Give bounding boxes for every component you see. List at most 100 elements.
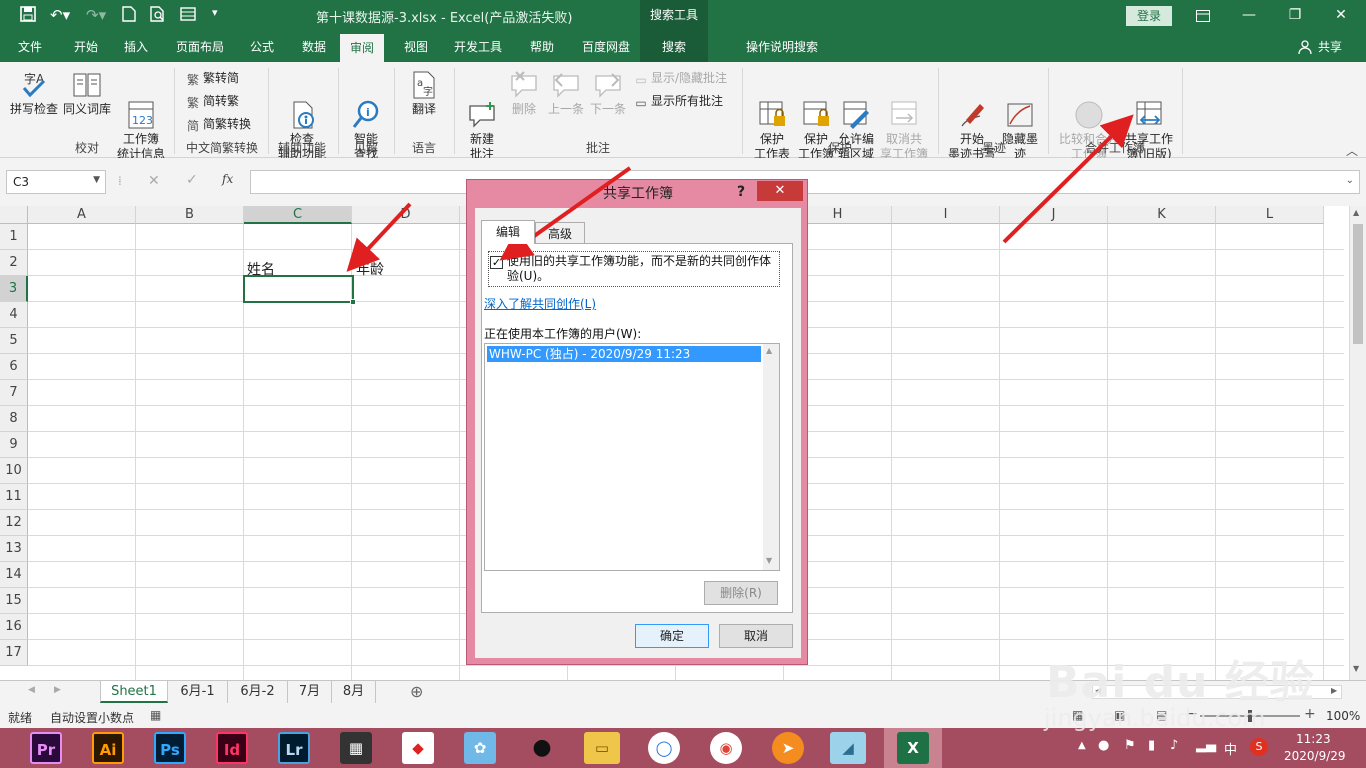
save-icon[interactable]: [20, 6, 36, 26]
row-header-17[interactable]: 17: [0, 640, 28, 666]
row-header-3[interactable]: 3: [0, 276, 28, 302]
column-header-j[interactable]: J: [1000, 206, 1108, 224]
chat-app-icon[interactable]: ✿: [464, 732, 496, 764]
expand-formula-icon[interactable]: ⌄: [1346, 175, 1354, 186]
more-options-icon[interactable]: ⁞: [118, 174, 122, 188]
active-cell-c3[interactable]: [243, 275, 354, 303]
qq-tray-icon[interactable]: ●: [1098, 738, 1109, 753]
list-scroll-down-icon[interactable]: ▼: [766, 556, 772, 565]
row-header-9[interactable]: 9: [0, 432, 28, 458]
excel-icon[interactable]: X: [897, 732, 929, 764]
dialog-close-button[interactable]: ✕: [757, 181, 803, 201]
help-icon[interactable]: ?: [737, 184, 745, 200]
simplified-traditional-convert-button[interactable]: 简简繁转换: [186, 116, 251, 133]
scroll-down-icon[interactable]: ▼: [1353, 664, 1359, 673]
form-icon[interactable]: [180, 6, 196, 26]
share-icon[interactable]: [1298, 40, 1312, 57]
illustrator-icon[interactable]: Ai: [92, 732, 124, 764]
ok-button[interactable]: 确定: [635, 624, 709, 648]
column-header-b[interactable]: B: [136, 206, 244, 224]
row-header-15[interactable]: 15: [0, 588, 28, 614]
show-hide-comment-button[interactable]: ▭ 显示/隐藏批注: [634, 70, 727, 87]
legacy-share-checkbox-row[interactable]: ✓ 使用旧的共享工作簿功能，而不是新的共同创作体验(U)。: [488, 251, 780, 287]
add-sheet-icon[interactable]: ⊕: [410, 682, 423, 701]
tab-formulas[interactable]: 公式: [248, 32, 276, 62]
row-header-11[interactable]: 11: [0, 484, 28, 510]
volume-icon[interactable]: ♪: [1170, 738, 1178, 753]
collapse-ribbon-icon[interactable]: ︿: [1346, 142, 1358, 159]
traditional-to-simplified-button[interactable]: 繁繁转简: [186, 70, 239, 87]
row-header-14[interactable]: 14: [0, 562, 28, 588]
thesaurus-button[interactable]: 同义词库: [62, 70, 112, 117]
column-header-d[interactable]: D: [352, 206, 460, 224]
tell-me-search[interactable]: 操作说明搜索: [744, 32, 820, 62]
select-all-corner[interactable]: [0, 206, 28, 224]
tab-view[interactable]: 视图: [402, 32, 430, 62]
qq-icon[interactable]: ●: [526, 732, 558, 764]
legacy-share-checkbox[interactable]: ✓: [490, 256, 503, 269]
next-comment-button[interactable]: 下一条: [588, 70, 628, 117]
browser-icon[interactable]: ◯: [648, 732, 680, 764]
redo-icon[interactable]: ↷▾: [86, 6, 106, 24]
translate-button[interactable]: a字 翻译: [402, 70, 446, 117]
column-header-c[interactable]: C: [244, 206, 352, 224]
tab-advanced[interactable]: 高级: [535, 222, 585, 244]
row-header-2[interactable]: 2: [0, 250, 28, 276]
workbook-statistics-button[interactable]: 123 工作簿 统计信息: [114, 70, 168, 162]
learn-more-link[interactable]: 深入了解共同创作(L): [484, 295, 596, 312]
media-player-icon[interactable]: ➤: [772, 732, 804, 764]
input-method-indicator[interactable]: 中: [1224, 739, 1237, 758]
glass-app-icon[interactable]: ◢: [830, 732, 866, 764]
protect-sheet-button[interactable]: 保护 工作表: [750, 70, 794, 162]
users-list-scrollbar[interactable]: ▲ ▼: [763, 344, 779, 570]
name-box[interactable]: C3 ▼: [6, 170, 106, 194]
row-header-8[interactable]: 8: [0, 406, 28, 432]
scroll-sheets-left-icon[interactable]: ◀: [28, 685, 35, 695]
sheet-tab-7[interactable]: 7月: [288, 681, 332, 703]
scroll-right-icon[interactable]: ▶: [1331, 686, 1337, 695]
customize-toolbar-icon[interactable]: ▾: [212, 6, 218, 19]
list-scroll-up-icon[interactable]: ▲: [766, 346, 772, 355]
tab-insert[interactable]: 插入: [122, 32, 150, 62]
video-editor-icon[interactable]: ▦: [340, 732, 372, 764]
sheet-tab-6-2[interactable]: 6月-2: [228, 681, 288, 703]
remove-user-button[interactable]: 删除(R): [704, 581, 778, 605]
show-all-comments-button[interactable]: ▭ 显示所有批注: [634, 93, 723, 110]
print-preview-icon[interactable]: [150, 6, 166, 26]
insert-function-icon[interactable]: fx: [222, 172, 233, 186]
network-alert-icon[interactable]: ⚑: [1124, 738, 1136, 753]
indesign-icon[interactable]: Id: [216, 732, 248, 764]
zoom-level[interactable]: 100%: [1326, 709, 1360, 723]
cancel-button[interactable]: 取消: [719, 624, 793, 648]
row-header-13[interactable]: 13: [0, 536, 28, 562]
tab-home[interactable]: 开始: [72, 32, 100, 62]
tab-page-layout[interactable]: 页面布局: [174, 32, 226, 62]
battery-icon[interactable]: ▮: [1148, 738, 1155, 753]
photoshop-icon[interactable]: Ps: [154, 732, 186, 764]
macro-record-icon[interactable]: ▦: [150, 708, 161, 722]
column-header-k[interactable]: K: [1108, 206, 1216, 224]
login-button[interactable]: 登录: [1126, 6, 1172, 26]
scroll-sheets-right-icon[interactable]: ▶: [54, 685, 61, 695]
row-header-12[interactable]: 12: [0, 510, 28, 536]
lightroom-icon[interactable]: Lr: [278, 732, 310, 764]
previous-comment-button[interactable]: 上一条: [546, 70, 586, 117]
simplified-to-traditional-button[interactable]: 繁简转繁: [186, 93, 239, 110]
spell-check-button[interactable]: 字A 拼写检查: [8, 70, 60, 117]
tab-developer[interactable]: 开发工具: [452, 32, 504, 62]
row-header-1[interactable]: 1: [0, 224, 28, 250]
sheet-tab-8[interactable]: 8月: [332, 681, 376, 703]
row-header-16[interactable]: 16: [0, 614, 28, 640]
unshare-workbook-button[interactable]: 取消共 享工作簿: [878, 70, 930, 162]
sheet-tab-sheet1[interactable]: Sheet1: [100, 681, 168, 703]
row-header-4[interactable]: 4: [0, 302, 28, 328]
scroll-up-icon[interactable]: ▲: [1353, 208, 1359, 217]
restore-icon[interactable]: ❐: [1272, 0, 1318, 32]
users-list[interactable]: WHW-PC (独占) - 2020/9/29 11:23 ▲ ▼: [484, 343, 780, 571]
tab-help[interactable]: 帮助: [528, 32, 556, 62]
cell-c2[interactable]: 姓名: [247, 259, 275, 279]
sogou-icon[interactable]: S: [1250, 738, 1268, 756]
fill-handle[interactable]: [350, 299, 356, 305]
confirm-entry-icon[interactable]: ✓: [186, 172, 198, 188]
file-explorer-icon[interactable]: ▭: [584, 732, 620, 764]
